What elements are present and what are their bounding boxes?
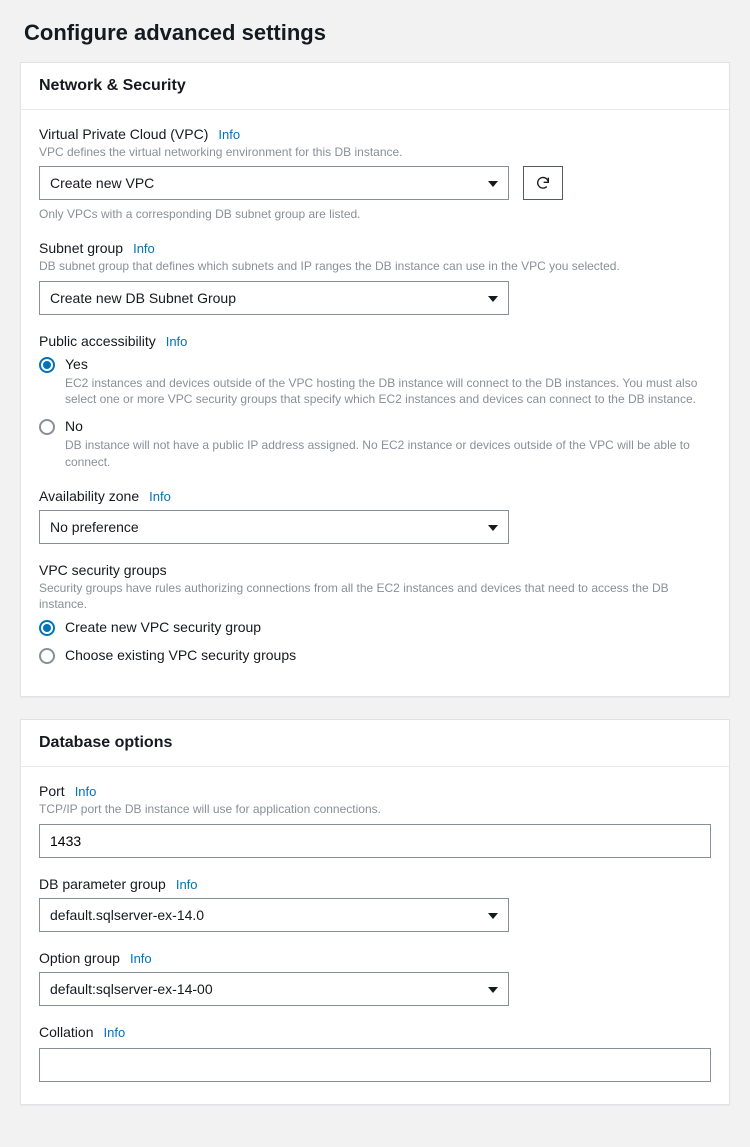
option-info-link[interactable]: Info (130, 951, 152, 966)
option-group-field: Option group Info default:sqlserver-ex-1… (39, 950, 711, 1006)
az-label: Availability zone (39, 488, 139, 504)
vpc-select[interactable]: Create new VPC (39, 166, 509, 200)
vpc-select-value: Create new VPC (50, 175, 154, 191)
az-field: Availability zone Info No preference (39, 488, 711, 544)
sg-create-radio[interactable]: Create new VPC security group (39, 618, 711, 636)
network-security-panel: Network & Security Virtual Private Cloud… (20, 62, 730, 697)
radio-icon (39, 648, 55, 664)
subnet-select[interactable]: Create new DB Subnet Group (39, 281, 509, 315)
option-label: Option group (39, 950, 120, 966)
public-yes-label: Yes (65, 355, 711, 373)
subnet-select-value: Create new DB Subnet Group (50, 290, 236, 306)
public-accessibility-field: Public accessibility Info Yes EC2 instan… (39, 333, 711, 470)
db-panel-header: Database options (21, 720, 729, 767)
public-no-desc: DB instance will not have a public IP ad… (65, 437, 711, 469)
radio-icon (39, 419, 55, 435)
subnet-field: Subnet group Info DB subnet group that d… (39, 240, 711, 314)
public-no-radio[interactable]: No DB instance will not have a public IP… (39, 417, 711, 470)
sg-field: VPC security groups Security groups have… (39, 562, 711, 665)
param-info-link[interactable]: Info (176, 877, 198, 892)
sg-label: VPC security groups (39, 562, 167, 578)
option-select-value: default:sqlserver-ex-14-00 (50, 981, 213, 997)
az-select-value: No preference (50, 519, 139, 535)
public-label: Public accessibility (39, 333, 156, 349)
subnet-desc: DB subnet group that defines which subne… (39, 258, 711, 274)
vpc-refresh-button[interactable] (523, 166, 563, 200)
port-info-link[interactable]: Info (75, 784, 97, 799)
public-yes-desc: EC2 instances and devices outside of the… (65, 375, 711, 407)
network-panel-header: Network & Security (21, 63, 729, 110)
vpc-hint: Only VPCs with a corresponding DB subnet… (39, 206, 711, 222)
public-no-label: No (65, 417, 711, 435)
port-desc: TCP/IP port the DB instance will use for… (39, 801, 711, 817)
public-info-link[interactable]: Info (166, 334, 188, 349)
collation-label: Collation (39, 1024, 93, 1040)
subnet-label: Subnet group (39, 240, 123, 256)
radio-icon (39, 357, 55, 373)
page-title: Configure advanced settings (24, 20, 730, 46)
param-select-value: default.sqlserver-ex-14.0 (50, 907, 204, 923)
sg-choose-label: Choose existing VPC security groups (65, 646, 711, 664)
param-label: DB parameter group (39, 876, 166, 892)
az-info-link[interactable]: Info (149, 489, 171, 504)
subnet-info-link[interactable]: Info (133, 241, 155, 256)
sg-create-label: Create new VPC security group (65, 618, 711, 636)
collation-field: Collation Info (39, 1024, 711, 1082)
refresh-icon (535, 175, 551, 191)
param-group-field: DB parameter group Info default.sqlserve… (39, 876, 711, 932)
radio-icon (39, 620, 55, 636)
port-field: Port Info TCP/IP port the DB instance wi… (39, 783, 711, 857)
vpc-desc: VPC defines the virtual networking envir… (39, 144, 711, 160)
az-select[interactable]: No preference (39, 510, 509, 544)
option-select[interactable]: default:sqlserver-ex-14-00 (39, 972, 509, 1006)
collation-info-link[interactable]: Info (103, 1025, 125, 1040)
port-label: Port (39, 783, 65, 799)
collation-input[interactable] (39, 1048, 711, 1082)
vpc-field: Virtual Private Cloud (VPC) Info VPC def… (39, 126, 711, 222)
database-options-panel: Database options Port Info TCP/IP port t… (20, 719, 730, 1104)
public-yes-radio[interactable]: Yes EC2 instances and devices outside of… (39, 355, 711, 408)
vpc-label: Virtual Private Cloud (VPC) (39, 126, 208, 142)
sg-choose-radio[interactable]: Choose existing VPC security groups (39, 646, 711, 664)
param-select[interactable]: default.sqlserver-ex-14.0 (39, 898, 509, 932)
vpc-info-link[interactable]: Info (218, 127, 240, 142)
sg-desc: Security groups have rules authorizing c… (39, 580, 711, 612)
port-input[interactable] (39, 824, 711, 858)
